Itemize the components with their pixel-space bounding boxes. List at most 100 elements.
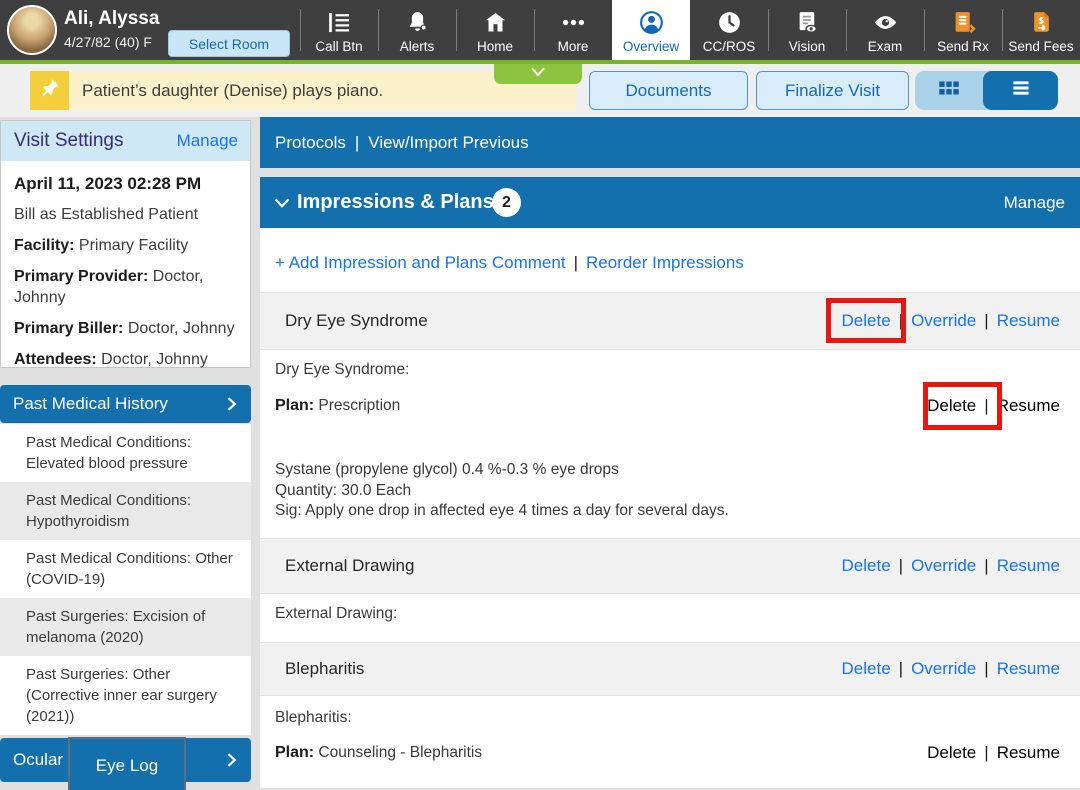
nav-home[interactable]: Home — [456, 0, 534, 60]
separator — [346, 133, 368, 152]
override-link[interactable]: Override — [911, 659, 976, 678]
pmh-list-item[interactable]: Past Medical Conditions: Other (COVID-19… — [0, 540, 251, 598]
visit-settings-header: Visit Settings Manage — [1, 121, 250, 161]
collapse-banner-tab[interactable] — [494, 64, 582, 84]
delete-link[interactable]: Delete — [927, 396, 976, 415]
documents-button[interactable]: Documents — [589, 71, 748, 110]
visit-settings-body: April 11, 2023 02:28 PM Bill as Establis… — [1, 161, 250, 370]
resume-link[interactable]: Resume — [997, 311, 1060, 330]
content-area: Visit Settings Manage April 11, 2023 02:… — [0, 117, 1080, 790]
separator — [891, 311, 911, 330]
impression-name: Blepharitis — [285, 643, 364, 695]
separator — [976, 556, 996, 575]
nav-vision[interactable]: Vision — [768, 0, 846, 60]
delete-link[interactable]: Delete — [842, 659, 891, 678]
rx-sig-line: Sig: Apply one drop in affected eye 4 ti… — [275, 501, 729, 522]
impression-actions: Delete Override Resume — [842, 539, 1060, 593]
nav-alerts[interactable]: Alerts — [378, 0, 456, 60]
nav-label: Alerts — [400, 39, 435, 54]
delete-link[interactable]: Delete — [927, 743, 976, 762]
eye-log-button[interactable]: Eye Log — [68, 737, 186, 790]
override-link[interactable]: Override — [911, 311, 976, 330]
nav-label: Overview — [623, 39, 679, 54]
pmh-list-item[interactable]: Past Medical Conditions: Hypothyroidism — [0, 482, 251, 540]
patient-block: Ali, Alyssa 4/27/82 (40) F Select Room — [0, 0, 300, 60]
delete-link[interactable]: Delete — [842, 556, 891, 575]
nav-exam[interactable]: Exam — [846, 0, 924, 60]
nav-send-rx[interactable]: Send Rx — [924, 0, 1002, 60]
view-toggle — [915, 71, 1058, 110]
clock-icon — [716, 9, 743, 36]
resume-link[interactable]: Resume — [997, 556, 1060, 575]
rx-quantity-line: Quantity: 30.0 Each — [275, 481, 729, 502]
impression-body-title: Blepharitis: — [275, 708, 352, 728]
past-medical-history-header[interactable]: Past Medical History — [0, 385, 251, 423]
send-fees-document-icon — [1028, 9, 1055, 36]
nav-label: Call Btn — [315, 39, 362, 54]
select-room-button[interactable]: Select Room — [168, 30, 290, 57]
pmh-list-item[interactable]: Past Surgeries: Excision of melanoma (20… — [0, 598, 251, 656]
visit-settings-title: Visit Settings — [14, 121, 123, 161]
resume-link[interactable]: Resume — [997, 396, 1060, 415]
nav-ccros[interactable]: CC/ROS — [690, 0, 768, 60]
nav-call-btn[interactable]: Call Btn — [300, 0, 378, 60]
sidebar: Visit Settings Manage April 11, 2023 02:… — [0, 117, 252, 790]
visit-settings-manage-link[interactable]: Manage — [177, 121, 238, 161]
top-nav: Call Btn Alerts Home More Overview CC/RO — [300, 0, 1080, 60]
list-icon — [1008, 75, 1034, 106]
pushpin-icon — [39, 77, 61, 104]
impressions-body: + Add Impression and Plans Comment Reorde… — [260, 228, 1080, 788]
top-header: Ali, Alyssa 4/27/82 (40) F Select Room C… — [0, 0, 1080, 60]
grid-icon — [936, 75, 962, 106]
nav-more[interactable]: More — [534, 0, 612, 60]
protocols-link[interactable]: Protocols — [275, 133, 346, 152]
overview-person-icon — [638, 9, 665, 36]
impressions-plans-header[interactable]: Impressions & Plans 2 Manage — [260, 177, 1080, 228]
plan-line: Plan: Counseling - Blepharitis — [275, 743, 482, 763]
home-icon — [482, 9, 509, 36]
rx-drug-line: Systane (propylene glycol) 0.4 %-0.3 % e… — [275, 460, 729, 481]
impression-row-blepharitis: Blepharitis Delete Override Resume — [260, 642, 1080, 696]
pmh-list-item[interactable]: Past Medical Conditions: Elevated blood … — [0, 424, 251, 482]
add-impression-comment-link[interactable]: + Add Impression and Plans Comment — [275, 253, 566, 272]
override-link[interactable]: Override — [911, 556, 976, 575]
chevron-down-icon[interactable] — [271, 192, 293, 214]
reorder-impressions-link[interactable]: Reorder Impressions — [586, 253, 744, 272]
alerts-bell-icon — [404, 9, 431, 36]
plan-line: Plan: Prescription — [275, 396, 400, 416]
ehr-app: Ali, Alyssa 4/27/82 (40) F Select Room C… — [0, 0, 1080, 790]
impression-actions: Delete Override Resume — [842, 293, 1060, 349]
impression-row-dry-eye: Dry Eye Syndrome DeleteOverrideResume — [260, 292, 1080, 350]
delete-link[interactable]: Delete — [842, 311, 891, 330]
document-eye-icon — [794, 9, 821, 36]
count-badge: 2 — [492, 188, 521, 217]
main-panel: Protocols View/Import Previous Impression… — [260, 117, 1080, 790]
send-rx-document-icon — [950, 9, 977, 36]
resume-link[interactable]: Resume — [997, 659, 1060, 678]
separator — [976, 396, 996, 415]
impression-name: External Drawing — [285, 539, 414, 593]
separator — [566, 253, 586, 272]
nav-overview[interactable]: Overview — [612, 0, 690, 60]
primary-provider-line: Primary Provider: Doctor, Johnny — [14, 266, 237, 308]
patient-name: Ali, Alyssa — [64, 8, 159, 30]
nav-send-fees[interactable]: Send Fees — [1002, 0, 1080, 60]
nav-label: CC/ROS — [703, 39, 756, 54]
nav-label: Send Fees — [1008, 39, 1073, 54]
patient-avatar[interactable] — [7, 5, 57, 55]
finalize-visit-button[interactable]: Finalize Visit — [756, 71, 909, 110]
view-import-previous-link[interactable]: View/Import Previous — [368, 133, 528, 152]
prescription-details: Systane (propylene glycol) 0.4 %-0.3 % e… — [275, 460, 729, 522]
list-view-button[interactable] — [983, 71, 1058, 110]
pmh-list-item[interactable]: Past Surgeries: Other (Corrective inner … — [0, 656, 251, 735]
impressions-manage-link[interactable]: Manage — [1004, 177, 1065, 228]
resume-link[interactable]: Resume — [997, 743, 1060, 762]
eye-icon — [872, 9, 899, 36]
more-dots-icon — [560, 9, 587, 36]
past-medical-history-list: Past Medical Conditions: Elevated blood … — [0, 424, 251, 735]
nav-label: Exam — [868, 39, 903, 54]
protocols-bar: Protocols View/Import Previous — [260, 117, 1080, 168]
nav-label: Vision — [789, 39, 826, 54]
impression-row-external-drawing: External Drawing Delete Override Resume — [260, 538, 1080, 594]
grid-view-button[interactable] — [915, 71, 983, 110]
